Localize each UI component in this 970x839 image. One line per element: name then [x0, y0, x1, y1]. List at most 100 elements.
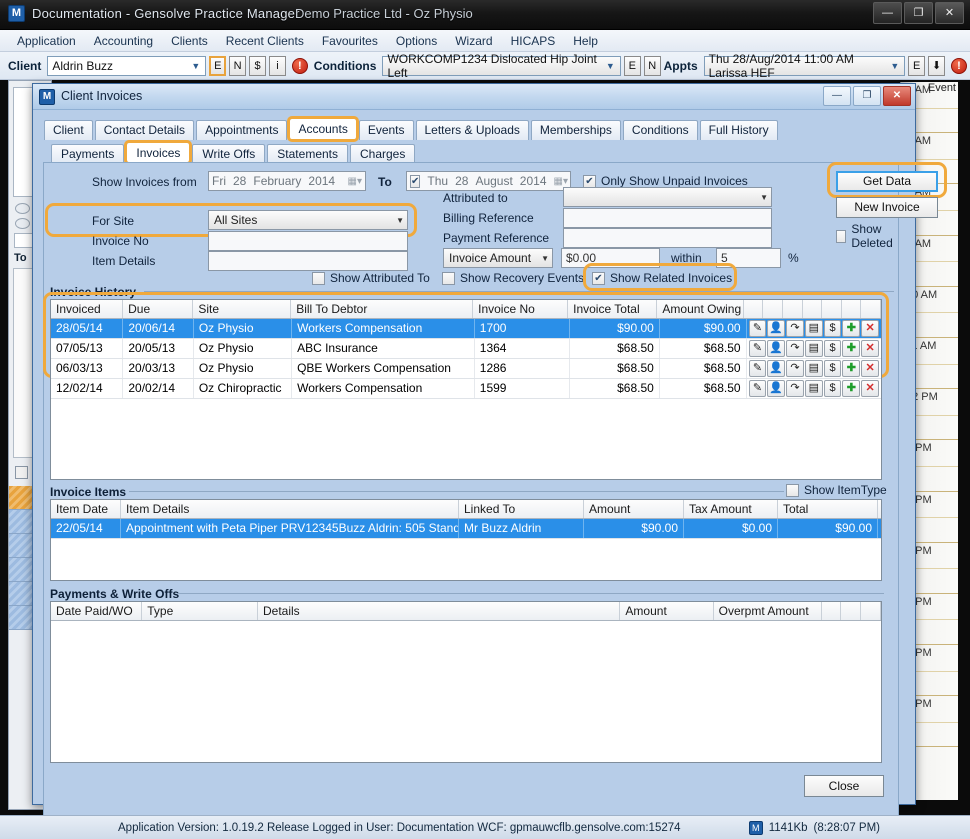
plus-icon[interactable]: ✚: [842, 320, 860, 337]
delete-icon[interactable]: ✕: [861, 380, 879, 397]
edit-pencil-icon[interactable]: ✎: [749, 340, 767, 357]
add-person-icon[interactable]: 👤: [767, 320, 785, 337]
subtab-payments[interactable]: Payments: [51, 144, 124, 163]
menu-item-wizard[interactable]: Wizard: [446, 32, 501, 50]
show-recovery-events-checkbox[interactable]: ✔ Show Recovery Events: [442, 271, 584, 285]
appts-download-icon[interactable]: ⬇: [928, 56, 945, 76]
item-details-input[interactable]: [208, 251, 408, 271]
dialog-close-action-button[interactable]: Close: [804, 775, 884, 797]
conditions-button-n[interactable]: N: [644, 56, 661, 76]
tab-letters-uploads[interactable]: Letters & Uploads: [416, 120, 529, 140]
menu-item-options[interactable]: Options: [387, 32, 446, 50]
subtab-invoices[interactable]: Invoices: [126, 142, 190, 163]
get-data-button[interactable]: Get Data: [836, 171, 938, 192]
tab-full-history[interactable]: Full History: [700, 120, 778, 140]
tab-events[interactable]: Events: [359, 120, 414, 140]
column-header[interactable]: Type: [142, 602, 258, 620]
client-combo[interactable]: Aldrin Buzz ▼: [47, 56, 206, 76]
document-icon[interactable]: ▤: [805, 360, 823, 377]
invoice-items-grid[interactable]: Item DateItem DetailsLinked ToAmountTax …: [50, 499, 882, 581]
menu-item-help[interactable]: Help: [564, 32, 607, 50]
column-header[interactable]: Amount: [620, 602, 713, 620]
dollar-icon[interactable]: $: [824, 340, 842, 357]
menu-item-recent-clients[interactable]: Recent Clients: [217, 32, 313, 50]
menu-item-hicaps[interactable]: HICAPS: [502, 32, 565, 50]
alert-icon[interactable]: !: [292, 58, 308, 74]
plus-icon[interactable]: ✚: [842, 340, 860, 357]
tab-appointments[interactable]: Appointments: [196, 120, 287, 140]
client-button-n[interactable]: N: [229, 56, 246, 76]
column-header[interactable]: Due: [123, 300, 193, 318]
tab-client[interactable]: Client: [44, 120, 93, 140]
tab-contact-details[interactable]: Contact Details: [95, 120, 194, 140]
edit-pencil-icon[interactable]: ✎: [749, 360, 767, 377]
tab-accounts[interactable]: Accounts: [289, 118, 356, 140]
show-itemtype-checkbox[interactable]: ✔ Show ItemType: [786, 483, 887, 497]
dollar-icon[interactable]: $: [824, 380, 842, 397]
calendar-icon[interactable]: ▦▾: [554, 176, 568, 187]
column-header[interactable]: Details: [258, 602, 620, 620]
plus-icon[interactable]: ✚: [842, 360, 860, 377]
tab-conditions[interactable]: Conditions: [623, 120, 698, 140]
client-button-info[interactable]: i: [269, 56, 286, 76]
appts-combo[interactable]: Thu 28/Aug/2014 11:00 AM Larissa HEF ▼: [704, 56, 906, 76]
redo-icon[interactable]: ↷: [786, 340, 804, 357]
add-person-icon[interactable]: 👤: [767, 360, 785, 377]
calendar-icon[interactable]: ▦▾: [348, 176, 362, 187]
billing-reference-input[interactable]: [563, 208, 772, 228]
document-icon[interactable]: ▤: [805, 380, 823, 397]
edit-pencil-icon[interactable]: ✎: [749, 380, 767, 397]
add-person-icon[interactable]: 👤: [767, 340, 785, 357]
invoice-no-input[interactable]: [208, 231, 408, 251]
payments-writeoffs-grid[interactable]: Date Paid/WOTypeDetailsAmountOverpmt Amo…: [50, 601, 882, 763]
date-to-checkbox[interactable]: ✔: [410, 175, 420, 188]
date-to-input[interactable]: ✔ Thu 28 August 2014 ▦▾: [406, 171, 571, 191]
for-site-combo[interactable]: All Sites ▼: [208, 210, 408, 230]
column-header[interactable]: Linked To: [459, 500, 584, 518]
column-header[interactable]: Amount: [584, 500, 684, 518]
menu-item-accounting[interactable]: Accounting: [85, 32, 162, 50]
dollar-icon[interactable]: $: [824, 320, 842, 337]
column-header[interactable]: Date Paid/WO: [51, 602, 142, 620]
invoice-history-grid[interactable]: InvoicedDueSiteBill To DebtorInvoice NoI…: [50, 299, 882, 480]
delete-icon[interactable]: ✕: [861, 340, 879, 357]
tab-memberships[interactable]: Memberships: [531, 120, 621, 140]
table-row[interactable]: 22/05/14Appointment with Peta Piper PRV1…: [51, 519, 881, 539]
subtab-charges[interactable]: Charges: [350, 144, 415, 163]
column-header[interactable]: Overpmt Amount: [714, 602, 822, 620]
dialog-minimize-button[interactable]: —: [823, 86, 851, 106]
conditions-combo[interactable]: WORKCOMP1234 Dislocated Hip Joint Left ▼: [382, 56, 620, 76]
column-header[interactable]: Site: [193, 300, 291, 318]
edit-pencil-icon[interactable]: ✎: [749, 320, 767, 337]
delete-icon[interactable]: ✕: [861, 320, 879, 337]
dialog-close-button[interactable]: ✕: [883, 86, 911, 106]
attributed-to-combo[interactable]: ▼: [563, 187, 772, 207]
document-icon[interactable]: ▤: [805, 320, 823, 337]
client-button-dollar[interactable]: $: [249, 56, 266, 76]
column-header[interactable]: Item Details: [121, 500, 459, 518]
menu-item-clients[interactable]: Clients: [162, 32, 217, 50]
subtab-statements[interactable]: Statements: [267, 144, 348, 163]
conditions-button-e[interactable]: E: [624, 56, 641, 76]
column-header[interactable]: Invoice No: [473, 300, 568, 318]
document-icon[interactable]: ▤: [805, 340, 823, 357]
new-invoice-button[interactable]: New Invoice: [836, 197, 938, 218]
dollar-icon[interactable]: $: [824, 360, 842, 377]
table-row[interactable]: 07/05/1320/05/13Oz PhysioABC Insurance13…: [51, 339, 881, 359]
column-header[interactable]: Total: [778, 500, 878, 518]
amount-input[interactable]: $0.00: [561, 248, 660, 268]
column-header[interactable]: Bill To Debtor: [291, 300, 473, 318]
appts-alert-icon[interactable]: !: [951, 58, 967, 74]
redo-icon[interactable]: ↷: [786, 360, 804, 377]
delete-icon[interactable]: ✕: [861, 360, 879, 377]
date-from-input[interactable]: Fri 28 February 2014 ▦▾: [208, 171, 366, 191]
subtab-write-offs[interactable]: Write Offs: [192, 144, 265, 163]
redo-icon[interactable]: ↷: [786, 380, 804, 397]
add-person-icon[interactable]: 👤: [767, 380, 785, 397]
menu-item-application[interactable]: Application: [8, 32, 85, 50]
within-input[interactable]: 5: [716, 248, 781, 268]
table-row[interactable]: 28/05/1420/06/14Oz PhysioWorkers Compens…: [51, 319, 881, 339]
plus-icon[interactable]: ✚: [842, 380, 860, 397]
only-unpaid-checkbox[interactable]: ✔ Only Show Unpaid Invoices: [583, 174, 748, 188]
menu-item-favourites[interactable]: Favourites: [313, 32, 387, 50]
